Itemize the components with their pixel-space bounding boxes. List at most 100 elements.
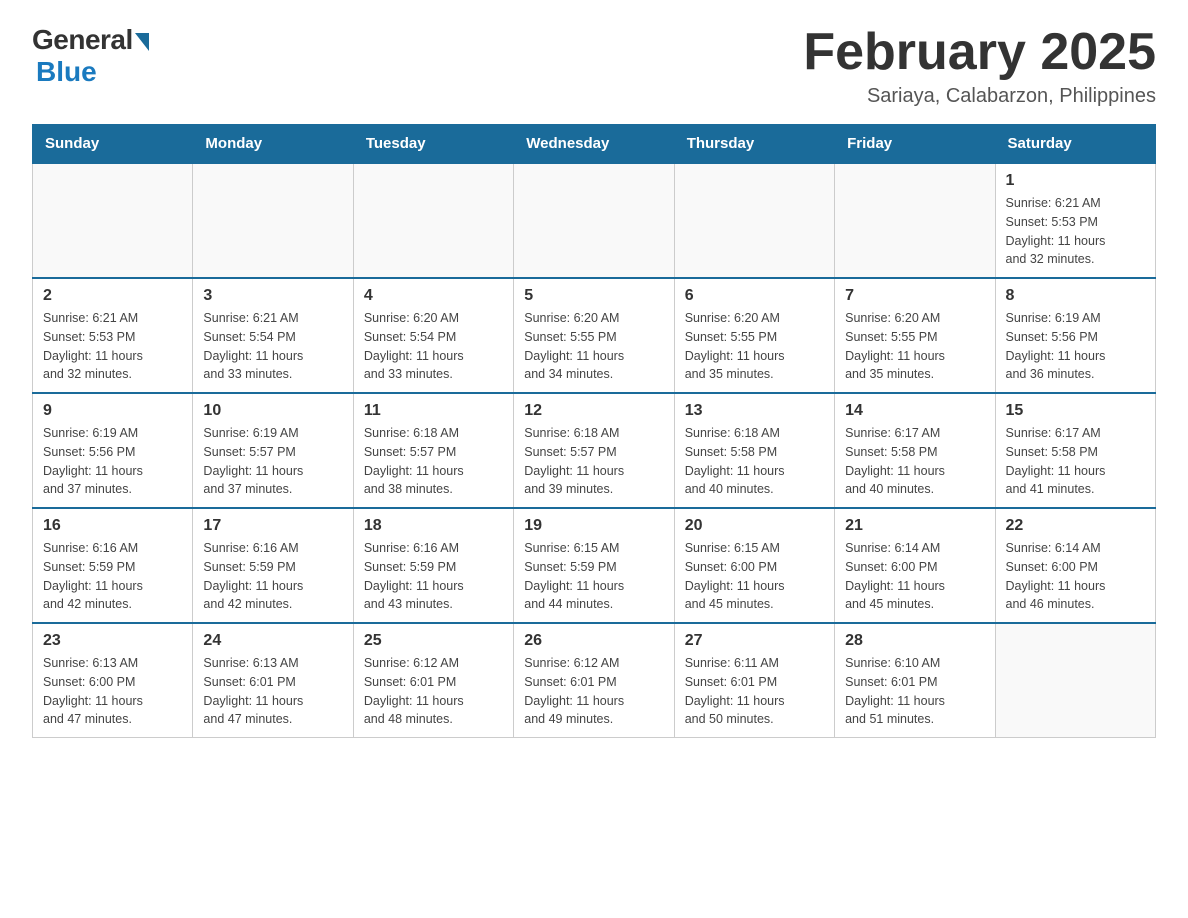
calendar-cell: 16 Sunrise: 6:16 AMSunset: 5:59 PMDayligh… <box>33 508 193 623</box>
day-info: Sunrise: 6:17 AMSunset: 5:58 PMDaylight:… <box>845 424 984 499</box>
logo: General Blue <box>32 24 149 88</box>
calendar-cell: 11 Sunrise: 6:18 AMSunset: 5:57 PMDayligh… <box>353 393 513 508</box>
day-info: Sunrise: 6:15 AMSunset: 5:59 PMDaylight:… <box>524 539 663 614</box>
calendar-cell: 13Sunrise: 6:18 AMSunset: 5:58 PMDayligh… <box>674 393 834 508</box>
day-number: 1 <box>1006 172 1145 190</box>
calendar-cell: 27Sunrise: 6:11 AMSunset: 6:01 PMDayligh… <box>674 623 834 738</box>
calendar-cell <box>33 163 193 278</box>
calendar-cell: 15 Sunrise: 6:17 AMSunset: 5:58 PMDayligh… <box>995 393 1155 508</box>
calendar-cell: 22 Sunrise: 6:14 AMSunset: 6:00 PMDayligh… <box>995 508 1155 623</box>
week-row-3: 9 Sunrise: 6:19 AMSunset: 5:56 PMDaylight… <box>33 393 1156 508</box>
day-info: Sunrise: 6:14 AMSunset: 6:00 PMDaylight:… <box>1006 539 1145 614</box>
day-info: Sunrise: 6:13 AMSunset: 6:01 PMDaylight:… <box>203 654 342 729</box>
calendar-cell: 23 Sunrise: 6:13 AMSunset: 6:00 PMDayligh… <box>33 623 193 738</box>
day-info: Sunrise: 6:18 AMSunset: 5:57 PMDaylight:… <box>364 424 503 499</box>
day-number: 9 <box>43 402 182 420</box>
day-number: 5 <box>524 287 663 305</box>
day-info: Sunrise: 6:14 AMSunset: 6:00 PMDaylight:… <box>845 539 984 614</box>
calendar-cell <box>995 623 1155 738</box>
calendar-cell: 18 Sunrise: 6:16 AMSunset: 5:59 PMDayligh… <box>353 508 513 623</box>
day-number: 2 <box>43 287 182 305</box>
day-info: Sunrise: 6:17 AMSunset: 5:58 PMDaylight:… <box>1006 424 1145 499</box>
page-header: General Blue February 2025 Sariaya, Cala… <box>32 24 1156 108</box>
day-number: 10 <box>203 402 342 420</box>
day-number: 19 <box>524 517 663 535</box>
day-info: Sunrise: 6:11 AMSunset: 6:01 PMDaylight:… <box>685 654 824 729</box>
calendar-cell <box>193 163 353 278</box>
day-info: Sunrise: 6:20 AMSunset: 5:54 PMDaylight:… <box>364 309 503 384</box>
day-info: Sunrise: 6:13 AMSunset: 6:00 PMDaylight:… <box>43 654 182 729</box>
calendar-cell <box>353 163 513 278</box>
day-info: Sunrise: 6:12 AMSunset: 6:01 PMDaylight:… <box>524 654 663 729</box>
calendar-cell: 12 Sunrise: 6:18 AMSunset: 5:57 PMDayligh… <box>514 393 674 508</box>
calendar-cell: 10 Sunrise: 6:19 AMSunset: 5:57 PMDayligh… <box>193 393 353 508</box>
day-info: Sunrise: 6:16 AMSunset: 5:59 PMDaylight:… <box>364 539 503 614</box>
header-monday: Monday <box>193 125 353 164</box>
calendar-cell: 1 Sunrise: 6:21 AMSunset: 5:53 PMDaylight… <box>995 163 1155 278</box>
day-info: Sunrise: 6:18 AMSunset: 5:57 PMDaylight:… <box>524 424 663 499</box>
day-number: 3 <box>203 287 342 305</box>
calendar-cell <box>835 163 995 278</box>
logo-general-text: General <box>32 24 133 56</box>
day-info: Sunrise: 6:12 AMSunset: 6:01 PMDaylight:… <box>364 654 503 729</box>
calendar-cell: 24Sunrise: 6:13 AMSunset: 6:01 PMDayligh… <box>193 623 353 738</box>
day-number: 20 <box>685 517 824 535</box>
header-wednesday: Wednesday <box>514 125 674 164</box>
logo-blue-text: Blue <box>36 56 97 88</box>
calendar-cell: 8Sunrise: 6:19 AMSunset: 5:56 PMDaylight… <box>995 278 1155 393</box>
header-friday: Friday <box>835 125 995 164</box>
calendar-cell: 28 Sunrise: 6:10 AMSunset: 6:01 PMDayligh… <box>835 623 995 738</box>
calendar-cell: 4 Sunrise: 6:20 AMSunset: 5:54 PMDaylight… <box>353 278 513 393</box>
day-number: 6 <box>685 287 824 305</box>
day-info: Sunrise: 6:21 AMSunset: 5:53 PMDaylight:… <box>1006 194 1145 269</box>
week-row-2: 2 Sunrise: 6:21 AMSunset: 5:53 PMDaylight… <box>33 278 1156 393</box>
day-info: Sunrise: 6:15 AMSunset: 6:00 PMDaylight:… <box>685 539 824 614</box>
day-info: Sunrise: 6:21 AMSunset: 5:53 PMDaylight:… <box>43 309 182 384</box>
day-number: 13 <box>685 402 824 420</box>
calendar-header-row: SundayMondayTuesdayWednesdayThursdayFrid… <box>33 125 1156 164</box>
day-info: Sunrise: 6:19 AMSunset: 5:56 PMDaylight:… <box>43 424 182 499</box>
day-number: 17 <box>203 517 342 535</box>
calendar-cell: 19 Sunrise: 6:15 AMSunset: 5:59 PMDayligh… <box>514 508 674 623</box>
day-info: Sunrise: 6:21 AMSunset: 5:54 PMDaylight:… <box>203 309 342 384</box>
calendar-cell <box>514 163 674 278</box>
day-info: Sunrise: 6:20 AMSunset: 5:55 PMDaylight:… <box>524 309 663 384</box>
day-info: Sunrise: 6:10 AMSunset: 6:01 PMDaylight:… <box>845 654 984 729</box>
day-number: 12 <box>524 402 663 420</box>
calendar-cell: 21 Sunrise: 6:14 AMSunset: 6:00 PMDayligh… <box>835 508 995 623</box>
day-number: 11 <box>364 402 503 420</box>
calendar-subtitle: Sariaya, Calabarzon, Philippines <box>803 85 1156 108</box>
calendar-cell <box>674 163 834 278</box>
day-info: Sunrise: 6:20 AMSunset: 5:55 PMDaylight:… <box>685 309 824 384</box>
week-row-1: 1 Sunrise: 6:21 AMSunset: 5:53 PMDaylight… <box>33 163 1156 278</box>
calendar-cell: 6 Sunrise: 6:20 AMSunset: 5:55 PMDaylight… <box>674 278 834 393</box>
calendar-cell: 3 Sunrise: 6:21 AMSunset: 5:54 PMDaylight… <box>193 278 353 393</box>
calendar-cell: 2 Sunrise: 6:21 AMSunset: 5:53 PMDaylight… <box>33 278 193 393</box>
day-info: Sunrise: 6:16 AMSunset: 5:59 PMDaylight:… <box>43 539 182 614</box>
calendar-cell: 26Sunrise: 6:12 AMSunset: 6:01 PMDayligh… <box>514 623 674 738</box>
calendar-cell: 9 Sunrise: 6:19 AMSunset: 5:56 PMDaylight… <box>33 393 193 508</box>
week-row-5: 23 Sunrise: 6:13 AMSunset: 6:00 PMDayligh… <box>33 623 1156 738</box>
calendar-cell: 17Sunrise: 6:16 AMSunset: 5:59 PMDayligh… <box>193 508 353 623</box>
day-number: 8 <box>1006 287 1145 305</box>
day-number: 28 <box>845 632 984 650</box>
header-saturday: Saturday <box>995 125 1155 164</box>
day-number: 4 <box>364 287 503 305</box>
calendar-cell: 7Sunrise: 6:20 AMSunset: 5:55 PMDaylight… <box>835 278 995 393</box>
logo-arrow-icon <box>135 33 149 51</box>
header-tuesday: Tuesday <box>353 125 513 164</box>
calendar-cell: 5 Sunrise: 6:20 AMSunset: 5:55 PMDaylight… <box>514 278 674 393</box>
calendar-title: February 2025 <box>803 24 1156 81</box>
day-number: 16 <box>43 517 182 535</box>
header-sunday: Sunday <box>33 125 193 164</box>
calendar-cell: 14 Sunrise: 6:17 AMSunset: 5:58 PMDayligh… <box>835 393 995 508</box>
day-info: Sunrise: 6:19 AMSunset: 5:57 PMDaylight:… <box>203 424 342 499</box>
day-number: 7 <box>845 287 984 305</box>
day-number: 14 <box>845 402 984 420</box>
day-number: 18 <box>364 517 503 535</box>
day-number: 15 <box>1006 402 1145 420</box>
title-section: February 2025 Sariaya, Calabarzon, Phili… <box>803 24 1156 108</box>
day-number: 23 <box>43 632 182 650</box>
day-number: 22 <box>1006 517 1145 535</box>
day-number: 21 <box>845 517 984 535</box>
